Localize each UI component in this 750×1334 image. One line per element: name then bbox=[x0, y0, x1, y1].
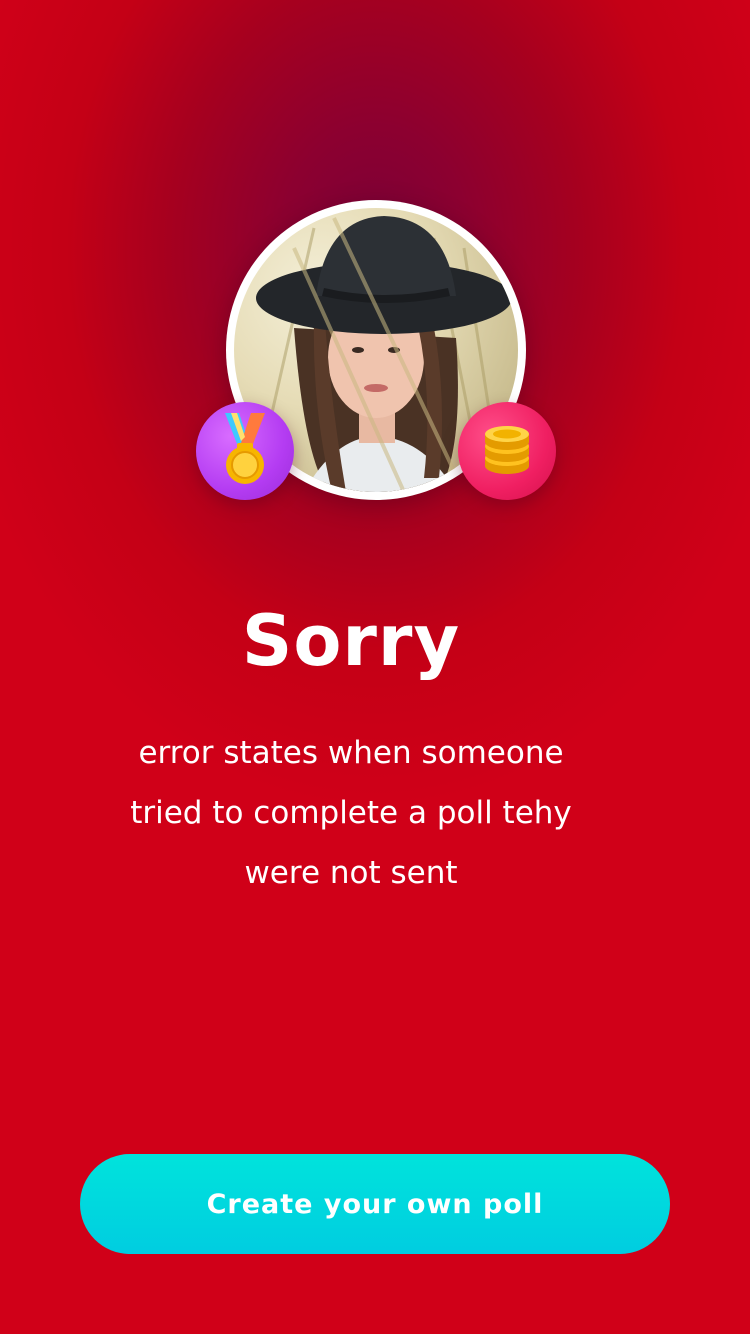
coins-icon bbox=[481, 422, 533, 481]
error-message: error states when someone tried to compl… bbox=[130, 735, 572, 891]
coins-badge bbox=[458, 402, 556, 500]
create-poll-button-label: Create your own poll bbox=[206, 1188, 544, 1220]
error-title: Sorry bbox=[241, 600, 461, 682]
medal-badge bbox=[196, 402, 294, 500]
error-screen: Sorry error states when someone tried to… bbox=[0, 0, 750, 1334]
medal-icon bbox=[217, 412, 273, 490]
create-poll-button[interactable]: Create your own poll bbox=[80, 1154, 670, 1254]
